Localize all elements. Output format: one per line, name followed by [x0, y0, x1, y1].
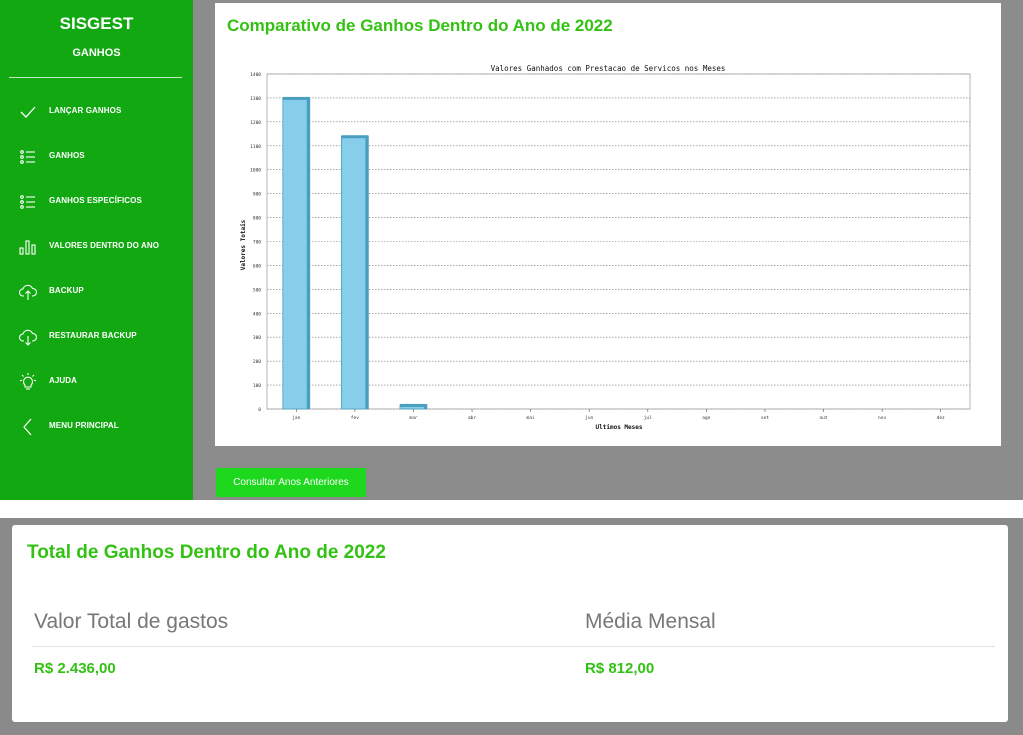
chart-x-tick-label: jun: [585, 415, 593, 421]
chart-x-tick-label: nov: [878, 416, 886, 421]
chart-grid: [266, 73, 971, 410]
chart-y-tick-label: 1400: [250, 72, 261, 78]
chart-x-tick-label: mai: [527, 415, 535, 421]
totals-card: Total de Ganhos Dentro do Ano de 2022 Va…: [12, 525, 1008, 722]
chart-title: Valores Ganhados com Prestacao de Servic…: [491, 64, 726, 73]
sidebar-item-backup[interactable]: BACKUP: [0, 269, 193, 314]
sidebar-item-lancar-ganhos[interactable]: LANÇAR GANHOS: [0, 89, 193, 134]
chart-y-tick-label: 1000: [250, 168, 261, 174]
chart-y-tick-label: 100: [253, 383, 261, 389]
capture-separator: [0, 500, 1023, 518]
chart-y-tick-label: 900: [253, 192, 261, 198]
chart-x-tick-label: set: [761, 415, 769, 421]
chart-y-tick-label: 1300: [250, 96, 261, 102]
cloud-upload-icon: [18, 282, 38, 302]
chart-bar: [282, 97, 311, 410]
list-icon: [18, 147, 38, 167]
chart-x-tick-label: ago: [702, 416, 710, 421]
app-brand: SISGEST: [59, 14, 134, 33]
total-label: Valor Total de gastos: [34, 610, 229, 633]
sidebar-item-label: BACKUP: [49, 286, 84, 295]
chart-y-tick-label: 700: [253, 240, 261, 246]
consultar-anos-anteriores-button[interactable]: Consultar Anos Anteriores: [216, 468, 366, 497]
chart-bars: [282, 96, 428, 410]
sidebar-item-label: VALORES DENTRO DO ANO: [49, 241, 160, 250]
chart-y-tick-label: 600: [253, 263, 261, 269]
bar-chart: Valores Ganhados com Prestacao de Servic…: [240, 64, 971, 431]
chart-x-axis-label: Ultimos Meses: [596, 424, 643, 431]
chart-card-title: Comparativo de Ganhos Dentro do Ano de 2…: [227, 16, 613, 35]
sidebar-item-ganhos[interactable]: GANHOS: [0, 134, 193, 179]
chart-x-tick-label: fev: [351, 415, 359, 421]
average-label: Média Mensal: [585, 610, 716, 633]
chart-x-tick-label: out: [819, 415, 827, 421]
check-icon: [18, 102, 38, 122]
chart-y-tick-label: 800: [253, 216, 261, 222]
sidebar-item-ajuda[interactable]: AJUDA: [0, 359, 193, 404]
chart-x-ticks: jan fev mar abr mai jun jul ago set out nov dez: [292, 409, 945, 421]
totals-divider: [32, 646, 995, 647]
chart-y-tick-label: 300: [253, 335, 261, 341]
bar-chart-icon: [18, 237, 38, 257]
app-area: SISGEST GANHOS LANÇAR GANHOS GANHOS GANH…: [0, 0, 1023, 500]
chart-y-tick-label: 1200: [250, 120, 261, 126]
sidebar-item-menu-principal[interactable]: MENU PRINCIPAL: [0, 404, 193, 449]
sidebar-item-label: AJUDA: [49, 376, 78, 385]
chart-bar-cap: [282, 96, 310, 100]
sidebar-menu: LANÇAR GANHOS GANHOS GANHOS ESPECÍFICOS …: [0, 89, 193, 449]
lightbulb-icon: [18, 372, 38, 392]
sidebar-item-label: MENU PRINCIPAL: [49, 421, 119, 430]
chart-x-tick-label: dez: [937, 415, 945, 421]
chart-card: Comparativo de Ganhos Dentro do Ano de 2…: [215, 3, 1001, 446]
sidebar-item-restaurar-backup[interactable]: RESTAURAR BACKUP: [0, 314, 193, 359]
totals-area: Total de Ganhos Dentro do Ano de 2022 Va…: [0, 518, 1023, 735]
sidebar-item-ganhos-especificos[interactable]: GANHOS ESPECÍFICOS: [0, 179, 193, 224]
sidebar-item-valores-ano[interactable]: VALORES DENTRO DO ANO: [0, 224, 193, 269]
list-icon: [18, 192, 38, 212]
chart-x-tick-label: mar: [409, 416, 417, 421]
chart-bar-edge: [306, 99, 310, 409]
totals-title: Total de Ganhos Dentro do Ano de 2022: [27, 542, 386, 563]
chart-x-tick-label: abr: [468, 415, 476, 421]
chart-y-axis-label: Valores Totais: [240, 219, 247, 270]
sidebar-item-label: RESTAURAR BACKUP: [49, 331, 137, 340]
chart-y-tick-label: 400: [253, 311, 261, 317]
sidebar-item-label: GANHOS: [49, 151, 85, 160]
cloud-download-icon: [18, 327, 38, 347]
chart-x-tick-label: jan: [292, 415, 300, 421]
average-value: R$ 812,00: [585, 660, 655, 677]
chart-x-tick-label: jul: [644, 415, 652, 421]
chart-bar: [341, 135, 369, 410]
chart-y-tick-label: 500: [253, 287, 261, 293]
chart-y-ticks: 0 100 200 300 400 500 600 700 800 900 1000 1100 1200…: [250, 72, 261, 413]
sidebar-divider: [9, 77, 182, 78]
chart-bar-edge: [423, 406, 427, 409]
chart-bar-cap: [341, 135, 369, 139]
sidebar: SISGEST GANHOS LANÇAR GANHOS GANHOS GANH…: [0, 0, 193, 500]
total-value: R$ 2.436,00: [34, 660, 116, 677]
chart-y-tick-label: 200: [253, 359, 261, 365]
chevron-left-icon: [18, 417, 38, 437]
chart-y-tick-label: 1100: [250, 144, 261, 150]
chart-bar-cap: [399, 403, 427, 407]
sidebar-item-label: GANHOS ESPECÍFICOS: [49, 196, 142, 205]
chart-y-tick-label: 0: [258, 407, 261, 413]
section-title: GANHOS: [72, 47, 121, 59]
sidebar-item-label: LANÇAR GANHOS: [49, 106, 122, 115]
chart-bar-edge: [365, 138, 369, 409]
